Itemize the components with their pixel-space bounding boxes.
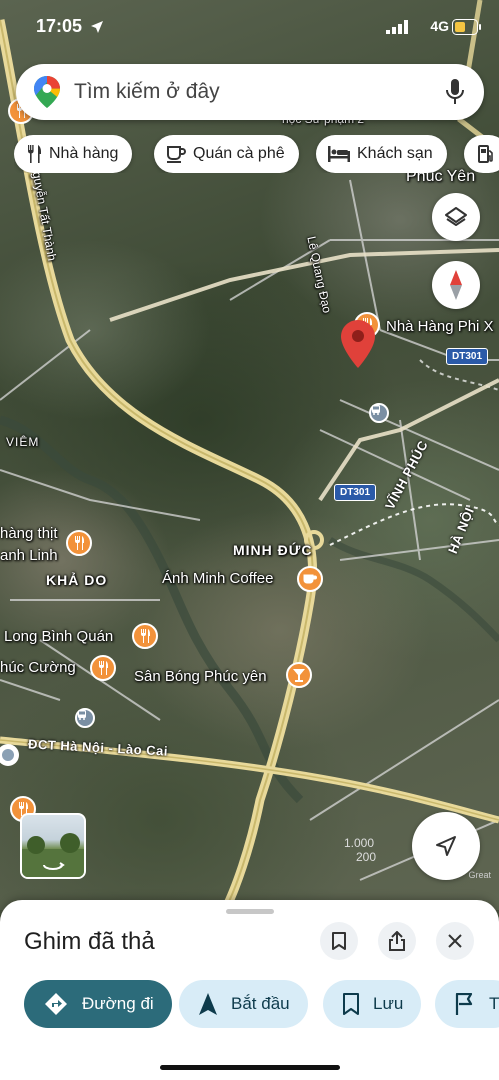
bookmark-icon [332,932,346,950]
compass-button[interactable] [432,261,480,309]
bed-icon [328,146,350,162]
bar-poi-icon[interactable] [286,662,312,688]
status-bar: 17:05 4G [0,14,499,42]
bookmark-icon [343,993,359,1015]
chip-label: Khách sạn [357,145,433,162]
sheet-actions: Đường đi Bắt đầu Lưu T [0,980,499,1030]
action-label: Bắt đầu [231,994,290,1013]
map-label-nha-hang-phi[interactable]: Nhà Hàng Phi X [386,318,494,335]
share-icon [389,931,405,951]
coffee-cup-icon [167,146,186,163]
navigation-arrow-icon [436,836,456,856]
action-label: T [489,994,499,1013]
home-indicator[interactable] [160,1065,340,1070]
action-label: Đường đi [82,994,154,1013]
save-button[interactable]: Lưu [323,980,422,1028]
map-label-anh-linh[interactable]: anh Linh [0,547,58,564]
category-chips: Nhà hàng Quán cà phê Khách sạn [14,135,499,173]
directions-icon [45,993,67,1015]
battery-icon [452,19,481,35]
restaurant-poi-icon[interactable] [66,530,92,556]
layers-icon [445,207,467,226]
map-label-san-bong[interactable]: Sân Bóng Phúc yên [134,668,267,685]
search-input[interactable]: Tìm kiếm ở đây [74,80,220,104]
chip-gas[interactable] [464,135,499,173]
search-bar[interactable]: Tìm kiếm ở đây [16,64,484,120]
route-shield: DT301 [446,348,489,365]
label-button[interactable]: T [435,980,499,1028]
status-time: 17:05 [36,16,83,36]
map-label-anh-minh-coffee[interactable]: Ánh Minh Coffee [162,570,273,587]
share-icon-button[interactable] [378,922,416,960]
restaurant-poi-icon[interactable] [132,623,158,649]
route-shield: DT301 [334,484,377,501]
chip-cafes[interactable]: Quán cà phê [154,135,299,173]
chip-restaurants[interactable]: Nhà hàng [14,135,133,173]
google-maps-pin-icon [34,76,60,108]
bus-stop-icon[interactable] [75,708,95,728]
compass-icon [450,270,462,300]
map-label-long-binh-quan[interactable]: Long Bình Quán [4,628,113,645]
close-icon [448,934,462,948]
map-label-phuc-cuong[interactable]: húc Cường [0,659,76,676]
save-icon-button[interactable] [320,922,358,960]
gas-pump-icon [478,145,493,163]
microphone-icon[interactable] [446,79,464,105]
my-location-button[interactable] [412,812,480,880]
network-type: 4G [430,18,449,34]
flag-icon [455,993,473,1015]
place-bottom-sheet[interactable]: Ghim đã thả Đường đi Bắt đầu Lưu T [0,900,499,1080]
street-view-icon [22,833,84,877]
sheet-drag-handle[interactable] [226,909,274,914]
chip-label: Nhà hàng [49,145,119,162]
directions-button[interactable]: Đường đi [24,980,172,1028]
navigation-arrow-icon [199,993,217,1015]
location-arrow-icon [91,21,103,33]
dropped-pin-icon[interactable] [341,320,375,368]
close-button[interactable] [436,922,474,960]
fork-knife-icon [28,145,41,163]
map-label-kha-do: KHẢ DO [46,572,108,588]
coffee-poi-icon[interactable] [297,566,323,592]
map-label-hang-thit[interactable]: hàng thịt [0,525,58,542]
app-root: học Sư phạm 2 Phúc Yên Lê Quang Đạo Nguy… [0,0,499,1080]
layers-button[interactable] [432,193,480,241]
start-button[interactable]: Bắt đầu [179,980,308,1028]
street-view-thumbnail[interactable] [20,813,86,879]
map-label-viem: VIÊM [6,435,40,449]
map-scale: 1.000 200 [344,836,377,864]
restaurant-poi-icon[interactable] [90,655,116,681]
bus-stop-icon[interactable] [369,403,389,423]
sheet-title: Ghim đã thả [24,928,155,955]
chip-hotels[interactable]: Khách sạn [316,135,447,173]
map-attribution: Great [468,870,491,880]
signal-icon [386,20,408,34]
chip-label: Quán cà phê [193,145,285,162]
action-label: Lưu [373,994,404,1013]
map-label-minh-duc: MINH ĐỨC [233,542,313,558]
